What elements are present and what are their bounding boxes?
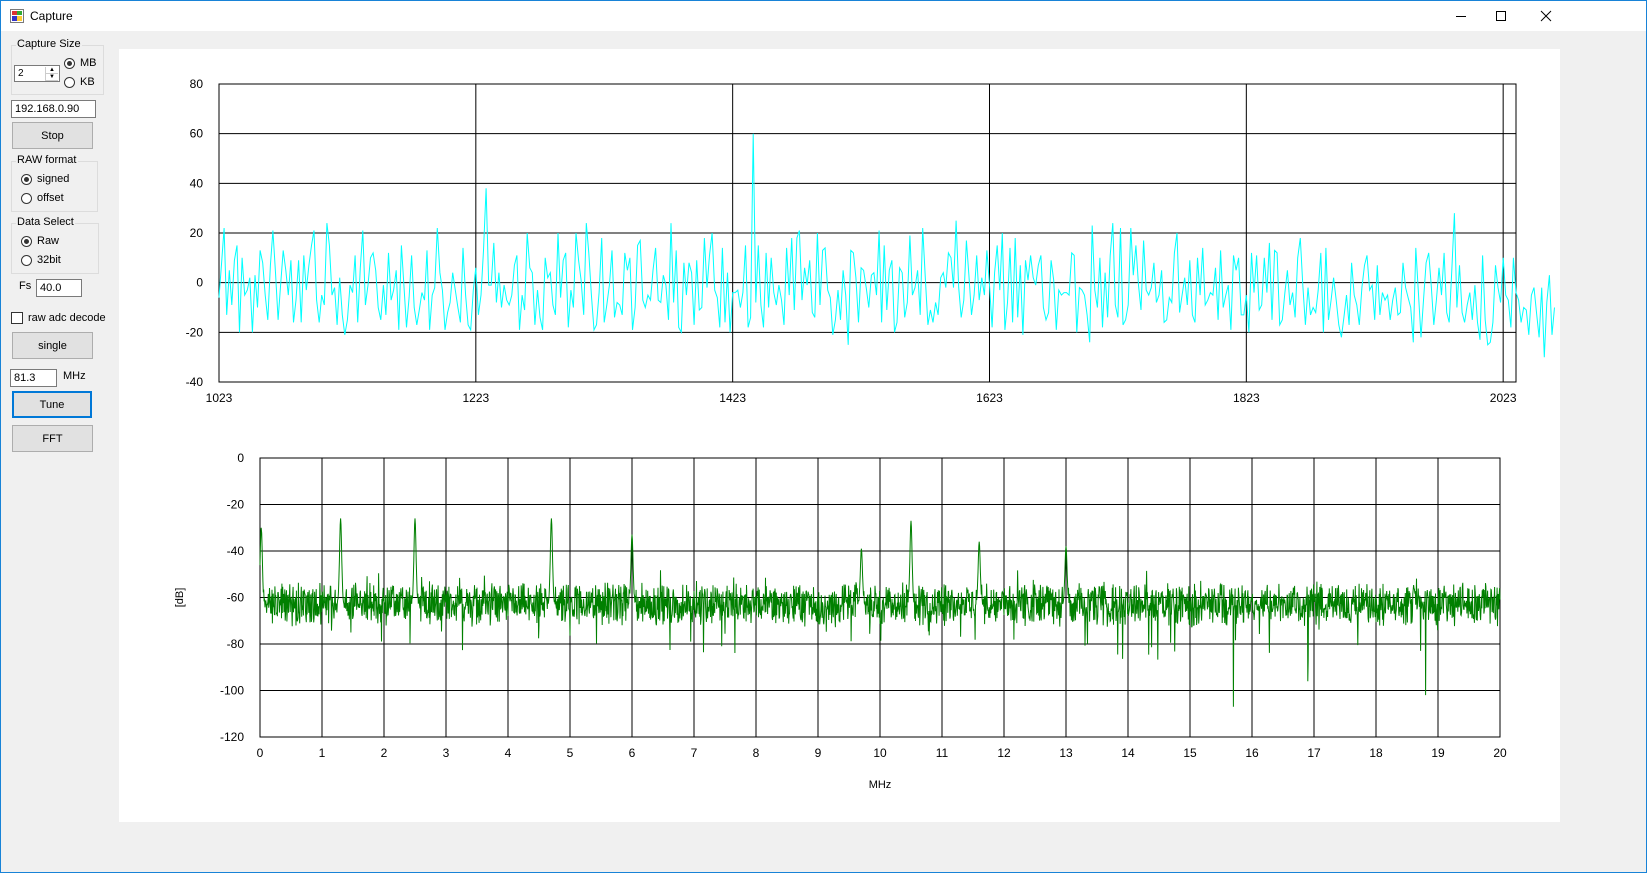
x-tick-label: 1 [319,746,326,760]
radio-kb-indicator[interactable] [64,76,75,88]
maximize-button[interactable] [1478,1,1524,31]
y-tick-label: 20 [190,226,204,240]
radio-mb[interactable]: MB [64,57,97,69]
time-series-chart: 80 60 40 20 0 -20 -401023 1223 1423 1623 1823 2023 [186,77,1555,405]
stop-button[interactable]: Stop [12,122,93,149]
x-tick-label: 8 [753,746,760,760]
x-tick-label: 17 [1307,746,1321,760]
single-button[interactable]: single [12,332,93,359]
x-tick-label: 5 [567,746,574,760]
y-tick-label: -20 [186,325,204,339]
radio-mb-label: MB [80,57,97,69]
raw-format-group: RAW format signed offset [11,154,98,212]
minimize-icon [1456,16,1466,17]
capture-size-value: 2 [18,68,24,79]
radio-offset-label: offset [37,192,64,204]
capture-size-stepper[interactable]: 2 ▲ ▼ [14,65,60,82]
spectrum-chart: 0-20-40-60-80-100-1200 1 2 3 4 5 6 7 8 9 10 11 12 13 1… [174,451,1507,791]
raw-adc-decode-label: raw adc decode [28,312,106,324]
y-tick-label: 0 [196,276,203,290]
x-tick-label: 16 [1245,746,1259,760]
plot-area: 80 60 40 20 0 -20 -40 1023 1223 1423 1623 1823 2023 … [119,49,1560,822]
raw-adc-decode-box[interactable] [11,312,23,324]
fs-label: Fs [19,280,32,292]
x-tick-label: 20 [1493,746,1507,760]
capture-size-label: Capture Size [16,38,82,50]
raw-adc-decode-checkbox[interactable]: raw adc decode [11,312,106,324]
y-tick-label: -40 [186,375,204,389]
chevron-down-icon[interactable]: ▼ [46,74,58,81]
x-tick-label: 19 [1431,746,1445,760]
x-tick-label: 14 [1121,746,1135,760]
frequency-field[interactable]: 81.3 [10,369,57,387]
radio-32bit-label: 32bit [37,254,61,266]
y-tick-label: 40 [190,176,204,190]
data-select-group: Data Select Raw 32bit [11,216,99,274]
x-tick-label: 15 [1183,746,1197,760]
raw-format-label: RAW format [16,154,78,166]
y-tick-label: -40 [227,544,245,558]
x-tick-label: 18 [1369,746,1383,760]
radio-signed-indicator[interactable] [21,173,32,185]
y-tick-label: 60 [190,127,204,141]
x-tick-label: 10 [873,746,887,760]
x-tick-label: 9 [815,746,822,760]
stepper-arrows[interactable]: ▲ ▼ [45,67,58,81]
radio-raw[interactable]: Raw [21,235,59,247]
x-tick-label: 7 [691,746,698,760]
y-tick-label: -100 [220,684,244,698]
title-bar[interactable]: Capture [1,1,1646,31]
radio-signed[interactable]: signed [21,173,69,185]
x-tick-label: 12 [997,746,1011,760]
fft-button[interactable]: FFT [12,425,93,452]
capture-window: Capture Capture Size 2 ▲ ▼ MB KB 192.168.… [0,0,1647,873]
capture-size-group: Capture Size 2 ▲ ▼ MB KB [11,38,104,95]
y-tick-label: 80 [190,77,204,91]
radio-kb[interactable]: KB [64,76,95,88]
radio-mb-indicator[interactable] [64,57,75,69]
x-tick-label: 1823 [1233,391,1260,405]
maximize-icon [1496,11,1506,21]
frequency-unit-label: MHz [63,370,86,382]
x-tick-label: 1023 [206,391,233,405]
tune-button[interactable]: Tune [12,391,92,418]
close-button[interactable] [1523,1,1569,31]
y-tick-label: -80 [227,637,245,651]
radio-signed-label: signed [37,173,70,185]
radio-offset-indicator[interactable] [21,192,32,204]
y-tick-label: 0 [237,451,244,465]
x-tick-label: 4 [505,746,512,760]
x-tick-label: 2023 [1490,391,1517,405]
radio-kb-label: KB [80,76,95,88]
x-tick-label: 1423 [719,391,746,405]
radio-32bit[interactable]: 32bit [21,254,61,266]
radio-raw-indicator[interactable] [21,235,32,247]
x-tick-label: 2 [381,746,388,760]
data-select-label: Data Select [16,216,75,228]
x-tick-label: 11 [936,746,949,760]
ip-address-field[interactable]: 192.168.0.90 [11,100,96,118]
app-icon [10,9,24,23]
y-tick-label: -60 [227,591,245,605]
x-tick-label: 1223 [462,391,489,405]
x-tick-label: 6 [629,746,636,760]
x-tick-label: 3 [443,746,450,760]
x-tick-label: 0 [257,746,264,760]
control-panel: Capture Size 2 ▲ ▼ MB KB 192.168.0.90 Sto… [1,31,119,872]
radio-32bit-indicator[interactable] [21,254,32,266]
chevron-up-icon[interactable]: ▲ [46,67,58,74]
y-tick-label: -20 [227,498,245,512]
x-axis-label: MHz [869,779,892,791]
y-tick-label: -120 [220,730,244,744]
close-icon [1540,10,1552,22]
x-tick-label: 1623 [976,391,1003,405]
x-tick-label: 13 [1059,746,1073,760]
y-axis-label: [dB] [174,588,186,608]
window-title: Capture [30,9,73,23]
radio-offset[interactable]: offset [21,192,64,204]
radio-raw-label: Raw [37,235,60,247]
fs-field[interactable]: 40.0 [36,279,82,297]
